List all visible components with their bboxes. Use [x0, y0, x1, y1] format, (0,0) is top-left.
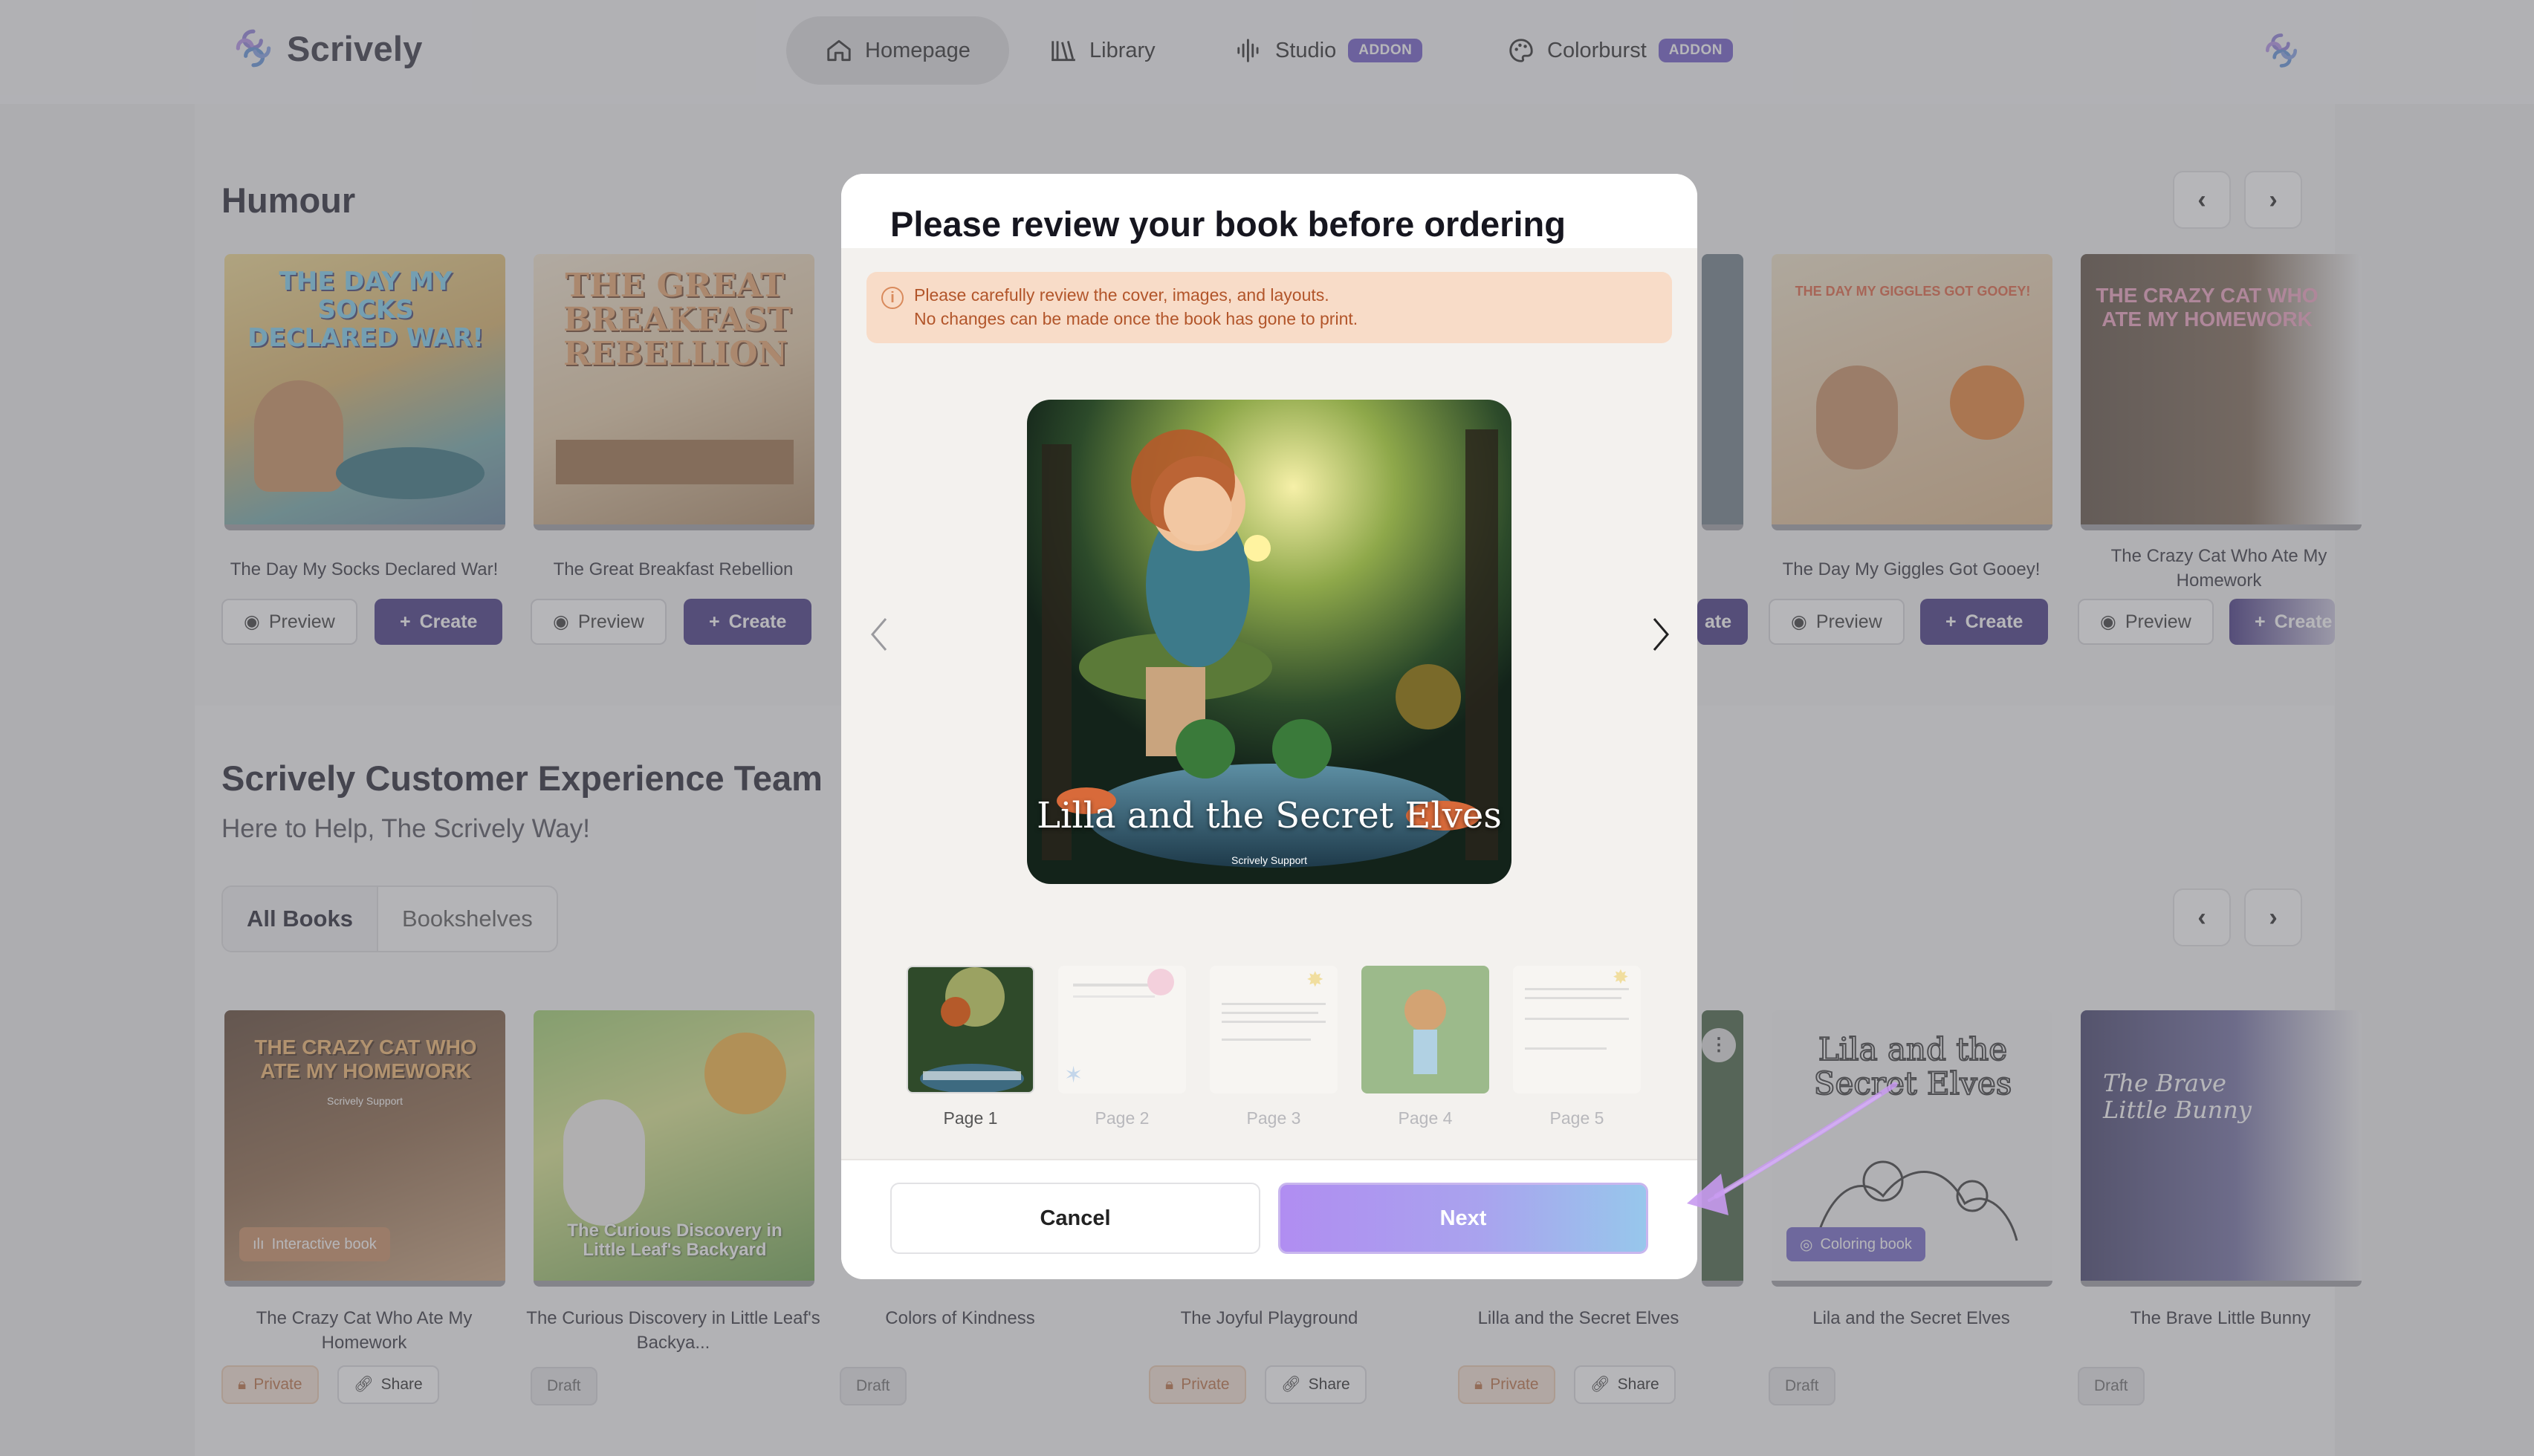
warning-banner: i Please carefully review the cover, ima… — [866, 272, 1672, 343]
page-thumbnail-2[interactable]: ✶ — [1058, 966, 1186, 1093]
prev-page-button[interactable] — [861, 605, 898, 664]
thumbnail-image — [1361, 966, 1489, 1093]
page-thumbnail-3[interactable]: ✸ — [1210, 966, 1338, 1093]
next-page-button[interactable] — [1642, 605, 1679, 664]
info-icon: i — [881, 287, 904, 309]
book-preview-cover: Lilla and the Secret Elves Scrively Supp… — [1027, 400, 1511, 884]
thumbnail-text-line — [1222, 1021, 1326, 1023]
page-label: Page 5 — [1549, 1108, 1604, 1128]
page-label: Page 1 — [943, 1108, 998, 1128]
page-label: Page 4 — [1398, 1108, 1453, 1128]
thumbnail-text-line — [1222, 1012, 1318, 1014]
cover-title: Lilla and the Secret Elves — [1037, 795, 1502, 836]
thumbnail-text-line — [1525, 1018, 1629, 1020]
thumbnail-text-line — [1525, 997, 1621, 999]
warning-line-1: Please carefully review the cover, image… — [914, 285, 1329, 305]
chevron-left-icon — [871, 618, 887, 651]
page-label: Page 3 — [1246, 1108, 1301, 1128]
page-thumbnail-1[interactable] — [907, 966, 1034, 1093]
page-thumbnail-4[interactable] — [1361, 966, 1489, 1093]
star-icon: ✸ — [1306, 968, 1324, 991]
chevron-right-icon — [1653, 618, 1669, 651]
next-button[interactable]: Next — [1278, 1183, 1648, 1254]
page-thumbnail-5[interactable]: ✸ — [1513, 966, 1641, 1093]
thumbnail-text-line — [1525, 1047, 1607, 1050]
thumbnail-text-line — [1073, 995, 1155, 998]
modal-footer: Cancel Next — [841, 1159, 1697, 1279]
warning-line-2: No changes can be made once the book has… — [914, 309, 1358, 328]
thumbnail-text-line — [1222, 1003, 1326, 1005]
review-modal: Please review your book before ordering … — [841, 174, 1697, 1279]
thumbnail-image — [908, 967, 1033, 1092]
star-icon: ✸ — [1613, 966, 1629, 988]
flower-icon — [1147, 969, 1174, 995]
thumbnail-text-line — [1222, 1039, 1311, 1041]
cover-author: Scrively Support — [1231, 854, 1307, 866]
star-icon: ✶ — [1064, 1063, 1083, 1088]
cancel-button[interactable]: Cancel — [890, 1183, 1260, 1254]
modal-title: Please review your book before ordering — [890, 204, 1566, 244]
page-label: Page 2 — [1095, 1108, 1150, 1128]
